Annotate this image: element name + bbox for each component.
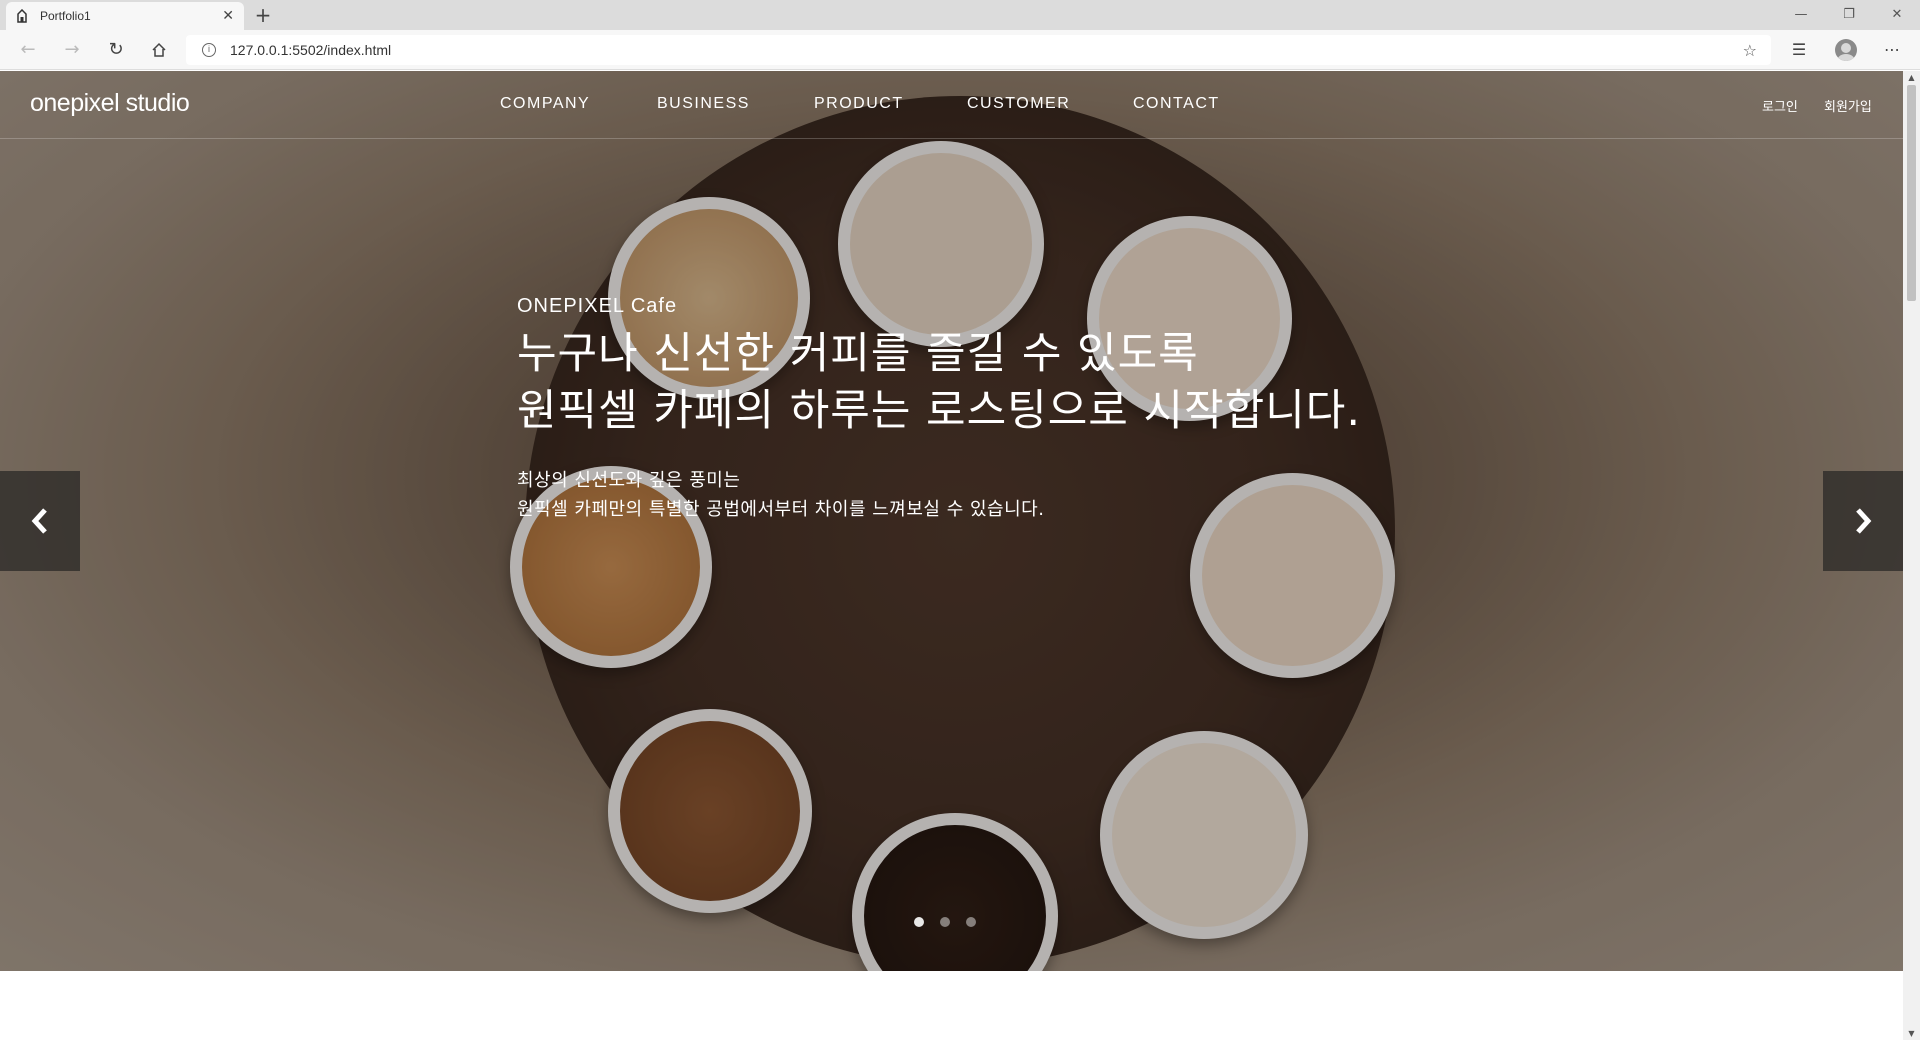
hero-slider: onepixel studio COMPANY BUSINESS PRODUCT…: [0, 71, 1903, 971]
next-slide-button[interactable]: [1823, 471, 1903, 571]
main-navigation: COMPANY BUSINESS PRODUCT CUSTOMER CONTAC…: [0, 71, 1903, 139]
chevron-left-icon: [31, 508, 47, 534]
hero-headline-line: 누구나 신선한 커피를 즐길 수 있도록: [517, 329, 1199, 379]
nav-business[interactable]: BUSINESS: [657, 95, 750, 113]
new-tab-button[interactable]: +: [252, 4, 274, 26]
minimize-icon[interactable]: —: [1778, 0, 1824, 30]
more-menu-icon[interactable]: ⋯: [1880, 38, 1904, 62]
slide-dot[interactable]: [914, 917, 924, 927]
prev-slide-button[interactable]: [0, 471, 80, 571]
profile-avatar[interactable]: [1835, 39, 1857, 61]
nav-contact[interactable]: CONTACT: [1133, 95, 1220, 113]
favorite-star-icon[interactable]: ☆: [1743, 41, 1757, 60]
url-input[interactable]: i 127.0.0.1:5502/index.html ☆: [186, 35, 1771, 65]
url-text: 127.0.0.1:5502/index.html: [230, 42, 392, 58]
back-icon[interactable]: ←: [16, 38, 40, 62]
browser-tab-bar: Portfolio1 ✕ + — ❐ ✕: [0, 0, 1920, 30]
page-favicon-icon: [17, 9, 27, 23]
refresh-icon[interactable]: ↻: [104, 38, 128, 62]
hero-subcopy-line: 최상의 신선도와 깊은 풍미는: [517, 470, 741, 491]
address-bar: ← → ↻ i 127.0.0.1:5502/index.html ☆ ☰ ⋯: [0, 30, 1920, 70]
nav-customer[interactable]: CUSTOMER: [967, 95, 1070, 113]
tab-title: Portfolio1: [40, 9, 91, 23]
close-tab-icon[interactable]: ✕: [222, 8, 234, 24]
hero-eyebrow: ONEPIXEL Cafe: [517, 295, 678, 317]
favorites-list-icon[interactable]: ☰: [1787, 38, 1811, 62]
hero-subcopy-line: 원픽셀 카페만의 특별한 공법에서부터 차이를 느껴보실 수 있습니다.: [517, 499, 1045, 520]
signup-link[interactable]: 회원가입: [1824, 96, 1872, 115]
site-header: onepixel studio COMPANY BUSINESS PRODUCT…: [0, 71, 1903, 139]
hero-headline-line: 원픽셀 카페의 하루는 로스팅으로 시작합니다.: [517, 386, 1361, 436]
slide-dot[interactable]: [940, 917, 950, 927]
chevron-right-icon: [1856, 508, 1872, 534]
browser-tab[interactable]: Portfolio1 ✕: [6, 2, 244, 30]
home-icon[interactable]: [147, 38, 171, 62]
slide-pagination: [914, 917, 976, 927]
scroll-up-icon[interactable]: ▲: [1906, 73, 1917, 82]
slide-dot[interactable]: [966, 917, 976, 927]
nav-company[interactable]: COMPANY: [500, 95, 590, 113]
nav-product[interactable]: PRODUCT: [814, 95, 904, 113]
hero-headline: 누구나 신선한 커피를 즐길 수 있도록 원픽셀 카페의 하루는 로스팅으로 시…: [517, 326, 1361, 440]
site-info-icon[interactable]: i: [202, 43, 216, 57]
restore-icon[interactable]: ❐: [1826, 0, 1872, 30]
forward-icon[interactable]: →: [60, 38, 84, 62]
scroll-down-icon[interactable]: ▼: [1906, 1029, 1917, 1038]
login-link[interactable]: 로그인: [1762, 96, 1798, 115]
scrollbar-thumb[interactable]: [1907, 85, 1916, 301]
page-scrollbar[interactable]: ▲ ▼: [1903, 71, 1920, 1040]
hero-subcopy: 최상의 신선도와 깊은 풍미는 원픽셀 카페만의 특별한 공법에서부터 차이를 …: [517, 466, 1044, 524]
page-viewport: onepixel studio COMPANY BUSINESS PRODUCT…: [0, 71, 1903, 1040]
close-window-icon[interactable]: ✕: [1874, 0, 1920, 30]
